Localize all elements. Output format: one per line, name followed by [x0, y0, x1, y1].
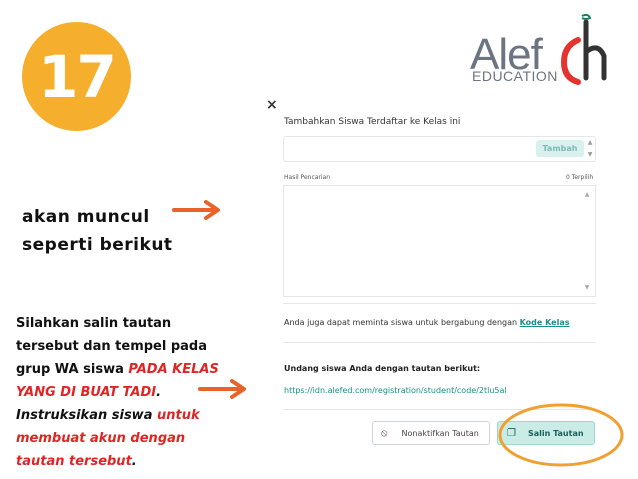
invite-link[interactable]: https://idn.alefed.com/registration/stud…	[284, 386, 507, 395]
class-code-text: Anda juga dapat meminta siswa untuk berg…	[284, 318, 520, 327]
instruction-text-2: Instruksikan siswa	[16, 408, 157, 423]
class-code-link[interactable]: Kode Kelas	[520, 318, 570, 327]
results-scrollbar[interactable]: ▲ ▼	[581, 187, 593, 295]
modal-title: Tambahkan Siswa Terdaftar ke Kelas ini	[284, 117, 461, 127]
disable-link-label: Nonaktifkan Tautan	[401, 428, 479, 438]
class-code-hint: Anda juga dapat meminta siswa untuk berg…	[284, 318, 570, 327]
disable-link-button[interactable]: ⦸ Nonaktifkan Tautan	[372, 421, 490, 445]
selected-count: 0 Terpilih	[566, 174, 594, 181]
instruction-end-1: .	[156, 385, 162, 400]
step-number: 17	[38, 42, 117, 111]
results-label: Hasil Pencarian	[284, 174, 331, 181]
step-badge: 17	[22, 22, 131, 131]
logo-mark-icon	[560, 13, 607, 85]
arrow-right-icon	[172, 200, 220, 220]
add-button[interactable]: Tambah	[536, 140, 584, 157]
invite-label: Undang siswa Anda dengan tautan berikut:	[284, 364, 481, 373]
highlight-circle	[498, 403, 624, 467]
block-icon: ⦸	[381, 427, 388, 439]
caption-line-2: seperti berikut	[22, 235, 173, 255]
caption-appear: akan muncul seperti berikut	[22, 203, 173, 259]
alef-education-logo: Alef EDUCATION	[466, 12, 616, 90]
close-icon[interactable]: ×	[266, 97, 278, 113]
search-results-list[interactable]	[283, 185, 596, 297]
divider	[283, 303, 596, 304]
caption-line-1: akan muncul	[22, 207, 150, 227]
arrow-right-icon	[198, 379, 246, 399]
logo-subtitle: EDUCATION	[472, 68, 558, 84]
instruction-end-2: .	[131, 454, 137, 469]
divider	[283, 342, 596, 343]
search-scrollbar[interactable]: ▲ ▼	[585, 137, 595, 161]
